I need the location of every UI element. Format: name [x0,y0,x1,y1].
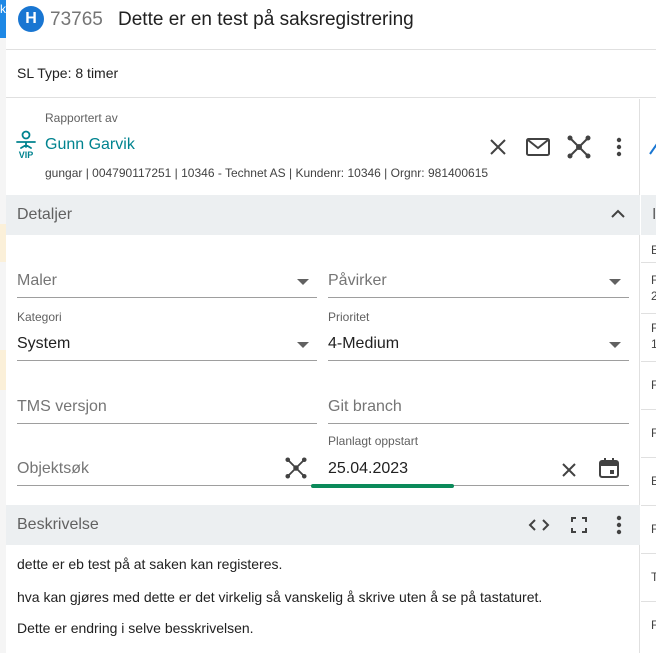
chevron-down-icon [297,342,309,348]
sl-type-bar: SL Type: 8 timer [6,51,656,98]
side-panel-row[interactable]: F [641,602,656,653]
chevron-up-icon[interactable] [611,209,625,219]
side-panel-row[interactable]: F [641,410,656,458]
chevron-down-icon [297,279,309,285]
vip-label: VIP [19,150,34,160]
side-panel-row-text: F [651,426,656,440]
title-bar: H 73765 Dette er en test på saksregistre… [6,0,656,50]
side-panel-row[interactable]: F 1 [641,314,656,362]
side-panel-row-text: F [651,618,656,632]
description-section-header: Beskrivelse [6,505,640,545]
more-vertical-icon [616,137,622,157]
planlagt-oppstart-value: 25.04.2023 [328,460,409,477]
sl-type-text: SL Type: 8 timer [17,65,119,81]
description-section-title: Beskrivelse [17,516,99,533]
side-panel-row-text: F [651,522,656,536]
field-underline [17,360,317,361]
pavirker-select[interactable]: Påvirker [328,258,629,298]
git-branch-placeholder: Git branch [328,398,402,415]
field-underline [17,485,317,486]
remove-reporter-button[interactable] [484,133,512,161]
pavirker-placeholder: Påvirker [328,272,387,289]
tms-version-placeholder: TMS versjon [17,398,107,415]
maler-select[interactable]: Maler [17,258,317,298]
planlagt-oppstart-label: Planlagt oppstart [328,434,419,448]
side-panel-header: I [641,195,656,235]
kategori-select[interactable]: Kategori System [17,309,317,361]
maler-placeholder: Maler [17,272,58,289]
side-panel-row-text: T [651,570,656,584]
mail-icon [526,138,550,156]
priority-badge: H [18,6,44,32]
side-panel: I E F 2 F 1 F F E F T F [641,99,656,653]
email-reporter-button[interactable] [524,133,552,161]
reporter-name-link[interactable]: Gunn Garvik [45,136,135,154]
fullscreen-icon[interactable] [571,517,587,533]
objektsok-placeholder: Objektsøk [17,460,90,477]
side-panel-row-text: F 1 [651,321,656,351]
network-button[interactable] [565,133,593,161]
field-underline [328,423,629,424]
clear-icon[interactable] [561,462,577,478]
side-panel-row[interactable]: E [641,235,656,263]
chevron-down-icon [609,279,621,285]
field-underline [328,297,629,298]
description-line: dette er eb test på at saken kan registe… [17,556,283,572]
side-panel-row[interactable]: F [641,506,656,554]
side-panel-row[interactable]: F 2 [641,263,656,314]
side-panel-row[interactable]: T [641,554,656,602]
prioritet-label: Prioritet [328,310,370,324]
field-underline [17,297,317,298]
vip-person-icon: VIP [15,130,37,160]
case-number: 73765 [50,9,103,30]
side-panel-row[interactable]: F [641,362,656,410]
field-underline [17,423,317,424]
kategori-label: Kategori [17,310,62,324]
focus-indicator [311,484,454,488]
reporter-info: gungar | 004790117251 | 10346 - Technet … [45,166,489,180]
kategori-value: System [17,335,71,352]
network-icon[interactable] [285,457,307,479]
side-panel-row-text: E [651,474,656,488]
chevron-down-icon [609,342,621,348]
reporter-label: Rapportert av [45,111,118,125]
side-panel-row[interactable]: E [641,458,656,506]
details-section-header[interactable]: Detaljer [6,195,640,235]
side-panel-row-text: E [651,243,656,257]
case-title: Dette er en test på saksregistrering [118,9,414,30]
person-icon [649,143,656,155]
side-panel-header-text: I [652,206,656,223]
prioritet-value: 4-Medium [328,335,400,352]
case-dialog: H 73765 Dette er en test på saksregistre… [6,0,656,653]
objektsok-input[interactable]: Objektsøk [17,446,317,486]
field-underline [328,360,629,361]
reporter-section: Rapportert av VIP Gunn Garvik gungar | 0… [6,99,640,195]
calendar-icon[interactable] [598,457,620,479]
planlagt-oppstart-input[interactable]: Planlagt oppstart 25.04.2023 [328,433,629,486]
case-main-panel: Rapportert av VIP Gunn Garvik gungar | 0… [6,99,640,653]
side-panel-row-text: F 2 [651,273,656,303]
git-branch-input[interactable]: Git branch [328,384,629,424]
code-icon[interactable] [528,518,550,532]
description-line: Dette er endring i selve besskrivelsen. [17,620,254,636]
prioritet-select[interactable]: Prioritet 4-Medium [328,309,629,361]
close-icon [490,139,506,155]
details-section-title: Detaljer [17,206,73,223]
tms-version-input[interactable]: TMS versjon [17,384,317,424]
network-icon [567,135,591,159]
description-line: hva kan gjøres med dette er det virkelig… [17,589,543,605]
more-vertical-icon[interactable] [616,515,622,535]
side-panel-row-text: F [651,378,656,392]
reporter-more-button[interactable] [605,133,633,161]
